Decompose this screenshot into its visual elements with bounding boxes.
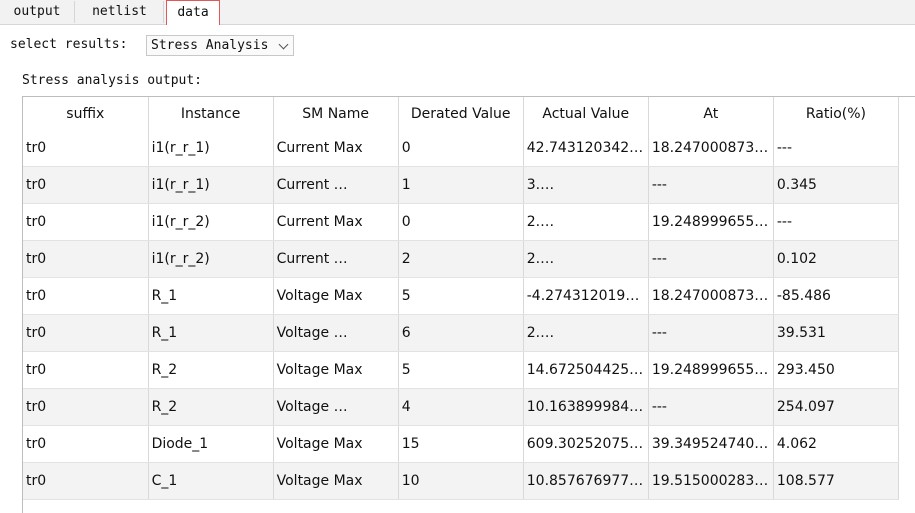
table-cell: 6 — [398, 314, 524, 352]
table-cell: tr0 — [23, 203, 149, 241]
table-cell: tr0 — [23, 388, 149, 426]
table-cell: 4.062 — [773, 425, 900, 463]
table-cell: 5 — [398, 277, 524, 315]
table-row[interactable]: tr0 R_1 Voltage … 6 2.… --- 39.531 — [23, 314, 900, 352]
table-cell: 18.247000873… — [648, 277, 774, 315]
table-cell: 108.577 — [773, 462, 900, 500]
table-cell: Voltage … — [273, 314, 399, 352]
table-cell: Voltage Max — [273, 462, 399, 500]
table-cell: i1(r_r_2) — [148, 240, 274, 278]
table-cell: Voltage Max — [273, 277, 399, 315]
table-cell: 19.515000283… — [648, 462, 774, 500]
table-cell: 0.102 — [773, 240, 900, 278]
table-cell: R_2 — [148, 351, 274, 389]
table-cell: -85.486 — [773, 277, 900, 315]
table-cell: tr0 — [23, 425, 149, 463]
table-cell: 2.… — [523, 203, 649, 241]
table-cell: tr0 — [23, 277, 149, 315]
table-cell: -4.274312019… — [523, 277, 649, 315]
table-row[interactable]: tr0 R_2 Voltage … 4 10.163899984… --- 254.097 — [23, 388, 900, 426]
table-cell: tr0 — [23, 462, 149, 500]
table-cell: 2 — [398, 240, 524, 278]
table-cell: 42.743120342… — [523, 130, 649, 167]
table-cell: Voltage Max — [273, 351, 399, 389]
results-dropdown-value: Stress Analysis — [151, 38, 269, 53]
tab-data[interactable]: data — [166, 0, 220, 25]
table-cell: i1(r_r_1) — [148, 130, 274, 167]
table-row[interactable]: tr0 i1(r_r_2) Current … 2 2.… --- 0.102 — [23, 240, 900, 278]
table-cell: 0.345 — [773, 166, 900, 204]
table-cell: 39.349524740… — [648, 425, 774, 463]
select-results-label: select results: — [10, 37, 128, 52]
table-cell: R_1 — [148, 277, 274, 315]
table-cell: R_2 — [148, 388, 274, 426]
column-header[interactable]: Actual Value — [523, 97, 649, 130]
table-cell: 2.… — [523, 240, 649, 278]
column-header[interactable]: Ratio(%) — [773, 97, 900, 130]
table-cell: 10 — [398, 462, 524, 500]
table-cell: --- — [773, 130, 900, 167]
table-cell: 0 — [398, 203, 524, 241]
table-cell: Voltage Max — [273, 425, 399, 463]
table-cell: 10.163899984… — [523, 388, 649, 426]
table-cell: 2.… — [523, 314, 649, 352]
table-cell: C_1 — [148, 462, 274, 500]
table-cell: i1(r_r_2) — [148, 203, 274, 241]
table-cell: 293.450 — [773, 351, 900, 389]
table-cell: tr0 — [23, 314, 149, 352]
table-cell: Current Max — [273, 130, 399, 167]
results-dropdown[interactable]: Stress Analysis — [146, 35, 294, 56]
table-cell: 4 — [398, 388, 524, 426]
table-cell: tr0 — [23, 240, 149, 278]
column-header[interactable]: Derated Value — [398, 97, 524, 130]
table-cell: --- — [648, 240, 774, 278]
tab-netlist[interactable]: netlist — [76, 1, 164, 23]
table-cell: 19.248999655… — [648, 351, 774, 389]
table-row[interactable]: tr0 C_1 Voltage Max 10 10.857676977… 19.51500… — [23, 462, 900, 500]
chevron-down-icon — [278, 39, 289, 50]
table-cell: 19.248999655… — [648, 203, 774, 241]
table-cell: tr0 — [23, 166, 149, 204]
table-cell: 3.… — [523, 166, 649, 204]
table-cell: 15 — [398, 425, 524, 463]
tab-output[interactable]: output — [0, 1, 75, 23]
section-title: Stress analysis output: — [22, 73, 203, 88]
column-header[interactable]: At — [648, 97, 774, 130]
table-cell: tr0 — [23, 351, 149, 389]
table-row[interactable]: tr0 Diode_1 Voltage Max 15 609.30252075… 39.3… — [23, 425, 900, 463]
table-cell: 5 — [398, 351, 524, 389]
table-cell: --- — [773, 203, 900, 241]
table-row[interactable]: tr0 i1(r_r_1) Current Max 0 42.743120342… 18.… — [23, 130, 900, 167]
table-cell: R_1 — [148, 314, 274, 352]
table-row[interactable]: tr0 R_1 Voltage Max 5 -4.274312019… 18.247000… — [23, 277, 900, 315]
table-cell: Current Max — [273, 203, 399, 241]
table-row[interactable]: tr0 i1(r_r_1) Current … 1 3.… --- 0.345 — [23, 166, 900, 204]
table-cell: i1(r_r_1) — [148, 166, 274, 204]
table-row[interactable]: tr0 R_2 Voltage Max 5 14.672504425… 19.248999… — [23, 351, 900, 389]
table-header-row: suffix Instance SM Name Derated Value Actual… — [23, 97, 900, 130]
table-cell: Current … — [273, 166, 399, 204]
results-table-frame[interactable]: suffix Instance SM Name Derated Value Actual… — [22, 96, 915, 513]
table-cell: 609.30252075… — [523, 425, 649, 463]
table-cell: 1 — [398, 166, 524, 204]
tab-bar: output netlist data — [0, 0, 915, 25]
table-cell: Diode_1 — [148, 425, 274, 463]
column-header[interactable]: SM Name — [273, 97, 399, 130]
table-cell: tr0 — [23, 130, 149, 167]
table-cell: Voltage … — [273, 388, 399, 426]
table-cell: 39.531 — [773, 314, 900, 352]
table-cell: --- — [648, 388, 774, 426]
table-cell: Current … — [273, 240, 399, 278]
table-cell: --- — [648, 166, 774, 204]
table-row[interactable]: tr0 i1(r_r_2) Current Max 0 2.… 19.248999655…… — [23, 203, 900, 241]
table-cell: 18.247000873… — [648, 130, 774, 167]
results-table: suffix Instance SM Name Derated Value Actual… — [23, 97, 900, 500]
table-cell: 10.857676977… — [523, 462, 649, 500]
table-cell: 14.672504425… — [523, 351, 649, 389]
table-cell: 254.097 — [773, 388, 900, 426]
column-header[interactable]: Instance — [148, 97, 274, 130]
table-cell: --- — [648, 314, 774, 352]
column-header[interactable]: suffix — [23, 97, 149, 130]
table-cell: 0 — [398, 130, 524, 167]
